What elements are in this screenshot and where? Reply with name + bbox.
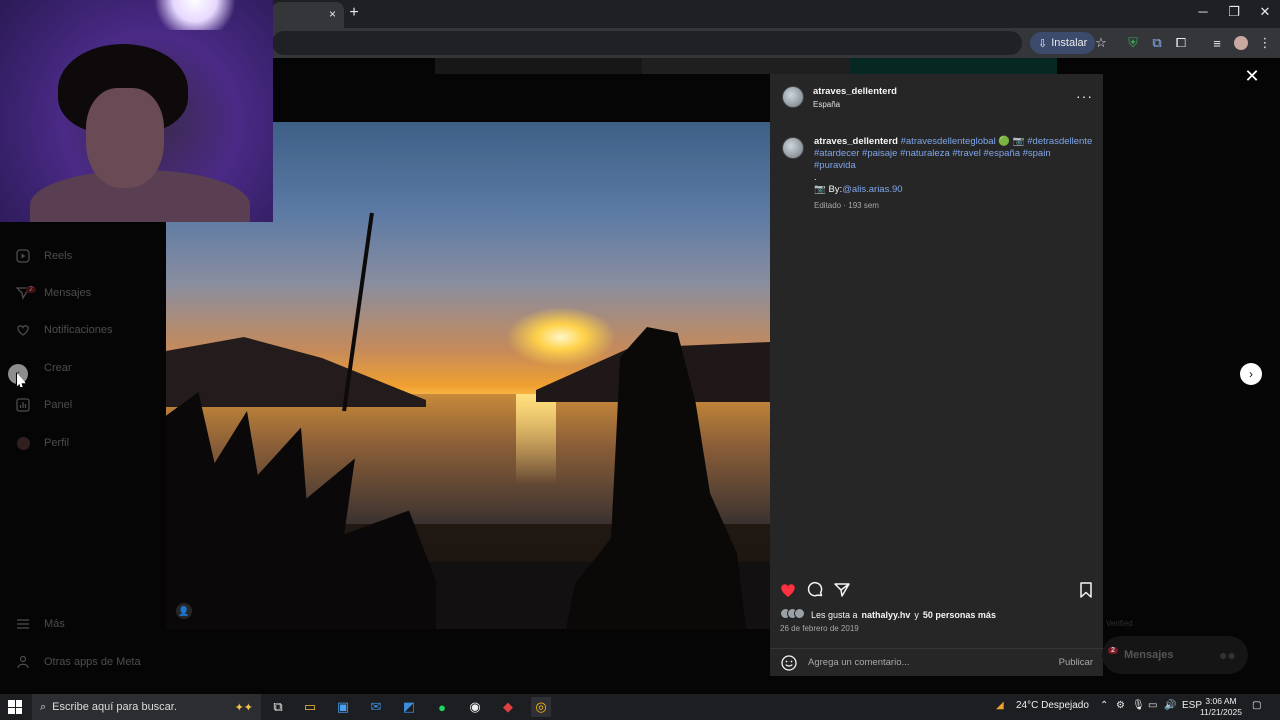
windows-start-icon[interactable]: [8, 700, 22, 714]
shield-extension-icon[interactable]: ⛨: [1124, 34, 1142, 52]
save-bookmark-icon[interactable]: [1076, 580, 1096, 600]
post-caption: atraves_dellenterd #atravesdellentegloba…: [814, 136, 1094, 212]
clock-date: 11/21/2025: [1200, 707, 1242, 717]
caption-dot: .: [814, 172, 817, 183]
likes-user[interactable]: nathalyy.hv: [862, 610, 911, 620]
caption-hashtag[interactable]: #detrasdellente: [1027, 136, 1092, 147]
install-icon: ⇩: [1038, 37, 1048, 50]
post-details-panel: atraves_dellenterd España ··· atraves_de…: [770, 74, 1103, 676]
author-username[interactable]: atraves_dellenterd: [813, 86, 897, 97]
tagged-user-icon[interactable]: 👤: [176, 603, 192, 619]
volume-icon[interactable]: 🔊: [1164, 700, 1176, 711]
caption-credit-handle[interactable]: @alis.arias.90: [842, 184, 902, 195]
emoji-smiley-icon[interactable]: [781, 655, 797, 676]
more-options-icon[interactable]: ···: [1076, 88, 1093, 104]
taskbar-search[interactable]: ⌕ Escribe aquí para buscar. ✦✦: [32, 694, 261, 720]
task-view-icon[interactable]: ⧉: [268, 697, 288, 717]
copilot-sparkle-icon[interactable]: ✦✦: [235, 701, 253, 714]
likes-others[interactable]: 50 personas más: [923, 610, 996, 620]
minimize-button[interactable]: ─: [1193, 4, 1213, 19]
file-explorer-icon[interactable]: ▭: [300, 697, 320, 717]
translate-icon[interactable]: ⧉: [1148, 34, 1166, 52]
floating-messages-label: Mensajes: [1124, 649, 1174, 661]
caption-hashtags[interactable]: #atardecer #paisaje #naturaleza #travel …: [814, 148, 1051, 171]
bookmark-star-icon[interactable]: ☆: [1092, 34, 1110, 52]
extensions-icon[interactable]: ⧠: [1172, 34, 1190, 52]
microphone-icon[interactable]: 🎙: [1132, 700, 1145, 711]
close-modal-icon[interactable]: ✕: [1242, 66, 1262, 87]
webcam-person-face: [86, 88, 164, 188]
maximize-button[interactable]: ❐: [1224, 4, 1244, 20]
tab-close-icon[interactable]: ×: [329, 7, 336, 21]
weather-text[interactable]: 24°C Despejado: [1016, 700, 1089, 711]
photo-sun: [506, 307, 616, 367]
notifications-icon[interactable]: ▢: [1252, 700, 1261, 711]
microsoft-store-icon[interactable]: ▣: [333, 697, 353, 717]
browser-menu-icon[interactable]: ⋮: [1256, 34, 1274, 52]
share-icon[interactable]: [832, 580, 852, 600]
likes-summary[interactable]: Les gusta a nathalyy.hv y 50 personas má…: [780, 608, 996, 621]
address-bar[interactable]: [272, 31, 1022, 55]
search-icon: ⌕: [40, 700, 47, 713]
spotify-icon[interactable]: ●: [432, 697, 452, 717]
clock-time: 3:06 AM: [1205, 696, 1237, 706]
taskbar-search-placeholder: Escribe aquí para buscar.: [52, 701, 177, 713]
likes-prefix: Les gusta a: [811, 609, 858, 620]
comment-bar: Agrega un comentario... Publicar: [770, 648, 1103, 676]
caption-emoji: 🟢 📷: [998, 136, 1025, 147]
post-date: 26 de febrero de 2019: [780, 624, 859, 633]
install-label: Instalar: [1051, 37, 1088, 49]
new-tab-button[interactable]: +: [346, 4, 362, 22]
author-avatar[interactable]: [782, 86, 804, 108]
close-window-button[interactable]: ✕: [1255, 4, 1275, 20]
caption-avatar[interactable]: [782, 137, 804, 159]
taskbar-clock[interactable]: 3:06 AM 11/21/2025: [1198, 696, 1244, 718]
floating-messages-button[interactable]: 2 Mensajes ●●: [1102, 636, 1248, 674]
webcam-light: [150, 0, 240, 30]
webcam-overlay: [0, 0, 273, 222]
steam-icon[interactable]: ◉: [465, 697, 485, 717]
browser-tab[interactable]: ×: [272, 2, 344, 28]
install-button[interactable]: ⇩ Instalar: [1030, 32, 1096, 54]
comment-icon[interactable]: [805, 580, 825, 600]
caption-credit-prefix: 📷 By:: [814, 184, 843, 195]
windows-taskbar: ⌕ Escribe aquí para buscar. ✦✦ ⧉ ▭ ▣ ✉ ◩…: [0, 694, 1280, 720]
avatars-stack-icon: ●●: [1219, 647, 1236, 663]
vscode-icon[interactable]: ◩: [399, 697, 419, 717]
floating-messages-badge: 2: [1108, 647, 1118, 654]
likes-mid: y: [914, 609, 919, 620]
likers-avatars: [780, 608, 805, 621]
network-icon[interactable]: ▭: [1148, 700, 1157, 711]
caption-line: atraves_dellenterd #atravesdellentegloba…: [814, 136, 1094, 172]
profile-avatar[interactable]: [1232, 34, 1250, 52]
caption-hashtag[interactable]: #atravesdellenteglobal: [901, 136, 996, 147]
caption-username[interactable]: atraves_dellenterd: [814, 136, 898, 147]
photo-reflection: [516, 394, 556, 484]
publish-button[interactable]: Publicar: [1059, 657, 1093, 668]
photo-hill-left: [166, 337, 426, 407]
chrome-icon[interactable]: ◎: [531, 697, 551, 717]
caption-credit: 📷 By:@alis.arias.90: [814, 184, 1094, 196]
tray-app-icon[interactable]: ⚙: [1116, 700, 1125, 711]
post-actions: [778, 580, 1096, 600]
tray-overflow-icon[interactable]: ⌃: [1100, 700, 1108, 711]
media-control-icon[interactable]: ≡: [1208, 34, 1226, 52]
caption-meta: Editado · 193 sem: [814, 201, 879, 210]
post-header: atraves_dellenterd España ···: [770, 74, 1103, 120]
post-location[interactable]: España: [813, 100, 840, 109]
screen: × + ─ ❐ ✕ ⇩ Instalar ☆ ⛨ ⧉ ⧠ ≡ ⋮ Reels 2…: [0, 0, 1280, 720]
like-heart-icon[interactable]: [778, 580, 798, 600]
mail-icon[interactable]: ✉: [366, 697, 386, 717]
media-app-icon[interactable]: ◆: [498, 697, 518, 717]
weather-icon[interactable]: ◢: [996, 700, 1004, 711]
next-post-chevron-icon[interactable]: ›: [1240, 363, 1262, 385]
comment-input[interactable]: Agrega un comentario...: [808, 657, 909, 668]
